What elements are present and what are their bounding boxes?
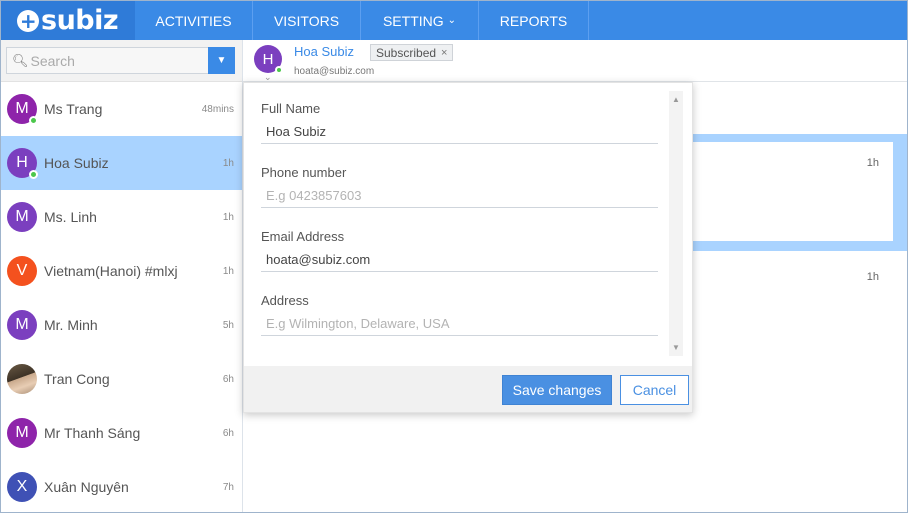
contact-email: hoata@subiz.com <box>294 66 375 77</box>
popup-body: Full Name Hoa Subiz Phone number E.g 042… <box>244 83 692 366</box>
contact-header: H ⌄ Hoa Subiz Subscribed × hoata@subiz.c… <box>243 40 907 82</box>
conversation-time: 1h <box>222 157 234 169</box>
avatar <box>7 364 37 394</box>
conversation-name: Vietnam(Hanoi) #mlxj <box>44 263 178 279</box>
conversation-name: Tran Cong <box>44 371 110 387</box>
avatar-initial: M <box>15 424 29 441</box>
caret-down-icon: ▼ <box>216 55 227 66</box>
conversation-sidebar: 🔍︎ Search ▼ M Ms Trang 48mins H Hoa Subiz 1h M… <box>1 40 243 512</box>
address-field: Address E.g Wilmington, Delaware, USA <box>261 293 658 336</box>
email-field: Email Address hoata@subiz.com <box>261 229 658 272</box>
phone-input[interactable]: E.g 0423857603 <box>261 184 658 208</box>
field-label: Full Name <box>261 101 321 116</box>
conversation-name: Mr. Minh <box>44 317 98 333</box>
avatar: V <box>7 256 37 286</box>
conversation-time: 6h <box>222 373 234 385</box>
plus-logo-icon: + <box>17 9 39 32</box>
list-item[interactable]: M Mr. Minh 5h <box>1 298 242 352</box>
contact-name[interactable]: Hoa Subiz <box>294 44 354 59</box>
conversation-time: 7h <box>222 481 234 493</box>
scroll-down-icon[interactable]: ▼ <box>672 343 680 352</box>
field-label: Phone number <box>261 165 347 180</box>
avatar: X <box>7 472 37 502</box>
conversation-time: 5h <box>222 319 234 331</box>
list-item[interactable]: V Vietnam(Hanoi) #mlxj 1h <box>1 244 242 298</box>
online-status-icon <box>29 170 38 179</box>
avatar-initial: H <box>262 50 274 68</box>
tab-reports[interactable]: REPORTS <box>479 1 589 40</box>
tab-activities[interactable]: ACTIVITIES <box>135 1 253 40</box>
list-item[interactable]: X Xuân Nguyên 7h <box>1 460 242 512</box>
avatar-initial: H <box>16 154 28 171</box>
activity-time: 1h <box>866 157 879 169</box>
conversation-name: Hoa Subiz <box>44 155 109 171</box>
tab-label: ACTIVITIES <box>155 12 232 29</box>
list-item[interactable]: Tran Cong 6h <box>1 352 242 406</box>
avatar-initial: V <box>16 262 28 279</box>
scroll-up-icon[interactable]: ▲ <box>672 95 680 104</box>
email-input[interactable]: hoata@subiz.com <box>261 248 658 272</box>
save-changes-button[interactable]: Save changes <box>502 375 612 405</box>
avatar-initial: M <box>15 316 29 333</box>
avatar: H <box>7 148 38 179</box>
conversation-time: 6h <box>222 427 234 439</box>
conversation-name: Ms Trang <box>44 101 103 117</box>
scrollbar[interactable]: ▲ ▼ <box>669 91 683 356</box>
close-icon[interactable]: × <box>441 47 447 59</box>
full-name-field: Full Name Hoa Subiz <box>261 101 658 144</box>
avatar: M <box>7 310 37 340</box>
online-status-icon <box>29 116 38 125</box>
status-badge: Subscribed × <box>370 44 454 61</box>
tab-label: REPORTS <box>499 12 568 29</box>
search-row: 🔍︎ Search ▼ <box>1 40 242 82</box>
edit-contact-popup: Full Name Hoa Subiz Phone number E.g 042… <box>243 82 693 413</box>
conversation-time: 1h <box>222 265 234 277</box>
field-label: Email Address <box>261 229 345 244</box>
search-input[interactable]: 🔍︎ Search <box>6 47 208 74</box>
avatar: M <box>7 202 37 232</box>
activity-time: 1h <box>866 271 879 283</box>
tab-label: VISITORS <box>273 12 340 29</box>
list-item[interactable]: H Hoa Subiz 1h <box>1 136 242 190</box>
conversation-list: M Ms Trang 48mins H Hoa Subiz 1h M Ms. Linh 1h V V… <box>1 82 242 512</box>
avatar: M <box>7 418 37 448</box>
phone-field: Phone number E.g 0423857603 <box>261 165 658 208</box>
popup-footer: Save changes Cancel <box>244 366 692 412</box>
search-placeholder: Search <box>30 52 75 69</box>
filter-dropdown-button[interactable]: ▼ <box>208 47 235 74</box>
avatar-initial: M <box>15 100 29 117</box>
avatar-initial: M <box>15 208 29 225</box>
subiz-logo[interactable]: + subiz <box>1 1 135 40</box>
list-item[interactable]: M Ms Trang 48mins <box>1 82 242 136</box>
chevron-down-icon: ⌄ <box>447 15 457 26</box>
online-status-icon <box>275 66 283 74</box>
tab-setting[interactable]: SETTING ⌄ <box>361 1 479 40</box>
conversation-name: Ms. Linh <box>44 209 97 225</box>
tab-visitors[interactable]: VISITORS <box>253 1 361 40</box>
conversation-time: 48mins <box>201 103 234 115</box>
top-nav: + subiz ACTIVITIES VISITORS SETTING ⌄ RE… <box>1 1 907 40</box>
badge-label: Subscribed <box>376 45 437 60</box>
address-input[interactable]: E.g Wilmington, Delaware, USA <box>261 312 658 336</box>
avatar: M <box>7 94 38 125</box>
avatar-initial: X <box>16 478 28 495</box>
logo-text: subiz <box>41 5 119 36</box>
app-window: + subiz ACTIVITIES VISITORS SETTING ⌄ RE… <box>0 0 908 513</box>
contact-avatar[interactable]: H <box>254 45 283 74</box>
conversation-name: Mr Thanh Sáng <box>44 425 141 441</box>
conversation-time: 1h <box>222 211 234 223</box>
list-item[interactable]: M Ms. Linh 1h <box>1 190 242 244</box>
field-label: Address <box>261 293 309 308</box>
list-item[interactable]: M Mr Thanh Sáng 6h <box>1 406 242 460</box>
full-name-input[interactable]: Hoa Subiz <box>261 120 658 144</box>
tab-label: SETTING <box>382 12 444 29</box>
search-icon: 🔍︎ <box>12 52 29 68</box>
cancel-button[interactable]: Cancel <box>620 375 689 405</box>
conversation-name: Xuân Nguyên <box>44 479 129 495</box>
